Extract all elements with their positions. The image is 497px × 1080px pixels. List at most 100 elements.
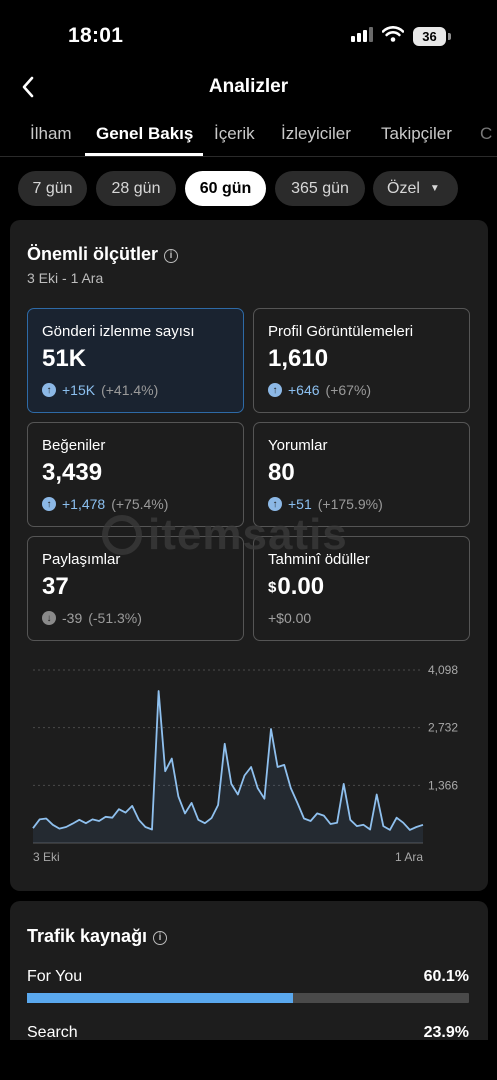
caret-down-icon: ▼ [429,183,440,194]
tab-inspiration[interactable]: İlham [30,124,72,144]
metric-value: 1,610 [268,345,329,372]
key-metrics-title: Önemli ölçütler i [27,244,179,265]
chart-point [396,817,398,819]
period-7-days[interactable]: 7 gün [18,171,87,206]
tab-followers[interactable]: Takipçiler [381,124,452,144]
traffic-bar-fill [27,993,293,1003]
period-28-days[interactable]: 28 gün [96,171,176,206]
metric-profile-views[interactable]: Profil Görüntülemeleri 1,610 ↑ +646 (+67… [253,308,470,413]
key-metrics-title-text: Önemli ölçütler [27,244,159,264]
tab-content[interactable]: İçerik [214,124,255,144]
chart-point [65,826,67,828]
metric-change-pct: (+41.4%) [101,382,159,398]
chart-point [45,818,47,820]
metric-post-views[interactable]: Gönderi izlenme sayısı 51K ↑ +15K (+41.4… [27,308,244,413]
arrow-down-icon: ↓ [42,611,56,625]
chart-point [85,822,87,824]
metric-value-amount: 0.00 [277,573,325,600]
status-icons: 36 [351,26,451,47]
chart-point [415,826,417,828]
tab-overflow-partial[interactable]: C [480,124,492,144]
chart-point [349,819,351,821]
info-icon[interactable]: i [164,249,179,263]
metric-change-value: +646 [288,382,320,398]
metric-label: Yorumlar [268,437,328,454]
tab-overview[interactable]: Genel Bakış [96,124,193,144]
metric-change-pct: (+67%) [325,382,372,398]
metric-change-value: +15K [62,382,96,398]
status-time: 18:01 [68,24,124,47]
watermark-logo: itemsatis [102,510,348,560]
chart-point [131,805,133,807]
metric-change: ↑ +15K (+41.4%) [42,382,158,398]
bottom-cutoff [0,1040,497,1080]
chart-point [32,827,34,829]
tab-viewers[interactable]: İzleyiciler [281,124,351,144]
chart-point [105,816,107,818]
chart-x-label-start: 3 Eki [33,850,60,864]
chart-x-label-end: 1 Ara [395,850,423,864]
currency-symbol: $ [268,579,277,596]
chart-point [296,802,298,804]
page-title: Analizler [208,76,289,97]
battery-icon: 36 [413,27,451,46]
chart-point [323,815,325,817]
chart-point [164,770,166,772]
chart-point [329,823,331,825]
nav-header: Analizler [0,68,497,108]
metric-change-pct: (-51.3%) [88,610,142,626]
wifi-icon [381,26,405,47]
chart-point [204,822,206,824]
chart-point [91,818,93,820]
traffic-value-for-you: 60.1% [423,968,469,985]
traffic-title: Trafik kaynağı i [27,926,168,947]
period-custom[interactable]: Özel ▼ [373,171,458,206]
chart-point [250,766,252,768]
status-bar: 18:01 36 [0,0,497,70]
period-60-days[interactable]: 60 gün [185,171,266,206]
chart-point [376,793,378,795]
info-icon[interactable]: i [153,931,168,945]
chart-point [197,819,199,821]
chart-point [369,828,371,830]
chart-point [138,819,140,821]
signal-icon [351,26,373,47]
chart-point [184,812,186,814]
chart-point [316,812,318,814]
chart-point [389,829,391,831]
views-line-chart[interactable]: 4,098 2,732 1,366 3 Eki 1 Ara [10,660,488,875]
chart-point [158,690,160,692]
chart-point [72,823,74,825]
chart-point [171,758,173,760]
chart-y-tick-label: 4,098 [428,663,458,677]
metric-value: 37 [42,573,69,600]
chart-svg: 4,098 2,732 1,366 3 Eki 1 Ara [32,663,458,864]
chart-point [58,828,60,830]
period-custom-label: Özel [387,179,420,197]
chart-point [270,728,272,730]
chart-y-tick-label: 2,732 [428,721,458,735]
date-range: 3 Eki - 1 Ara [27,270,104,286]
chart-point [151,828,153,830]
chart-point [303,818,305,820]
metric-change: ↓ -39 (-51.3%) [42,610,142,626]
period-365-days[interactable]: 365 gün [275,171,365,206]
chart-point [78,819,80,821]
metric-change: ↑ +646 (+67%) [268,382,371,398]
traffic-title-text: Trafik kaynağı [27,926,148,946]
chart-point [111,817,113,819]
chart-point [191,802,193,804]
chart-point [277,766,279,768]
chart-point [402,822,404,824]
arrow-up-icon: ↑ [42,383,56,397]
tab-bar: İlham Genel Bakış İçerik İzleyiciler Tak… [0,113,497,157]
chart-point [237,793,239,795]
metric-value: 80 [268,459,295,486]
chart-point [409,829,411,831]
chart-point [125,812,127,814]
arrow-up-icon: ↑ [268,383,282,397]
chart-point [336,822,338,824]
chart-point [382,825,384,827]
chart-point [257,787,259,789]
chart-point [118,808,120,810]
